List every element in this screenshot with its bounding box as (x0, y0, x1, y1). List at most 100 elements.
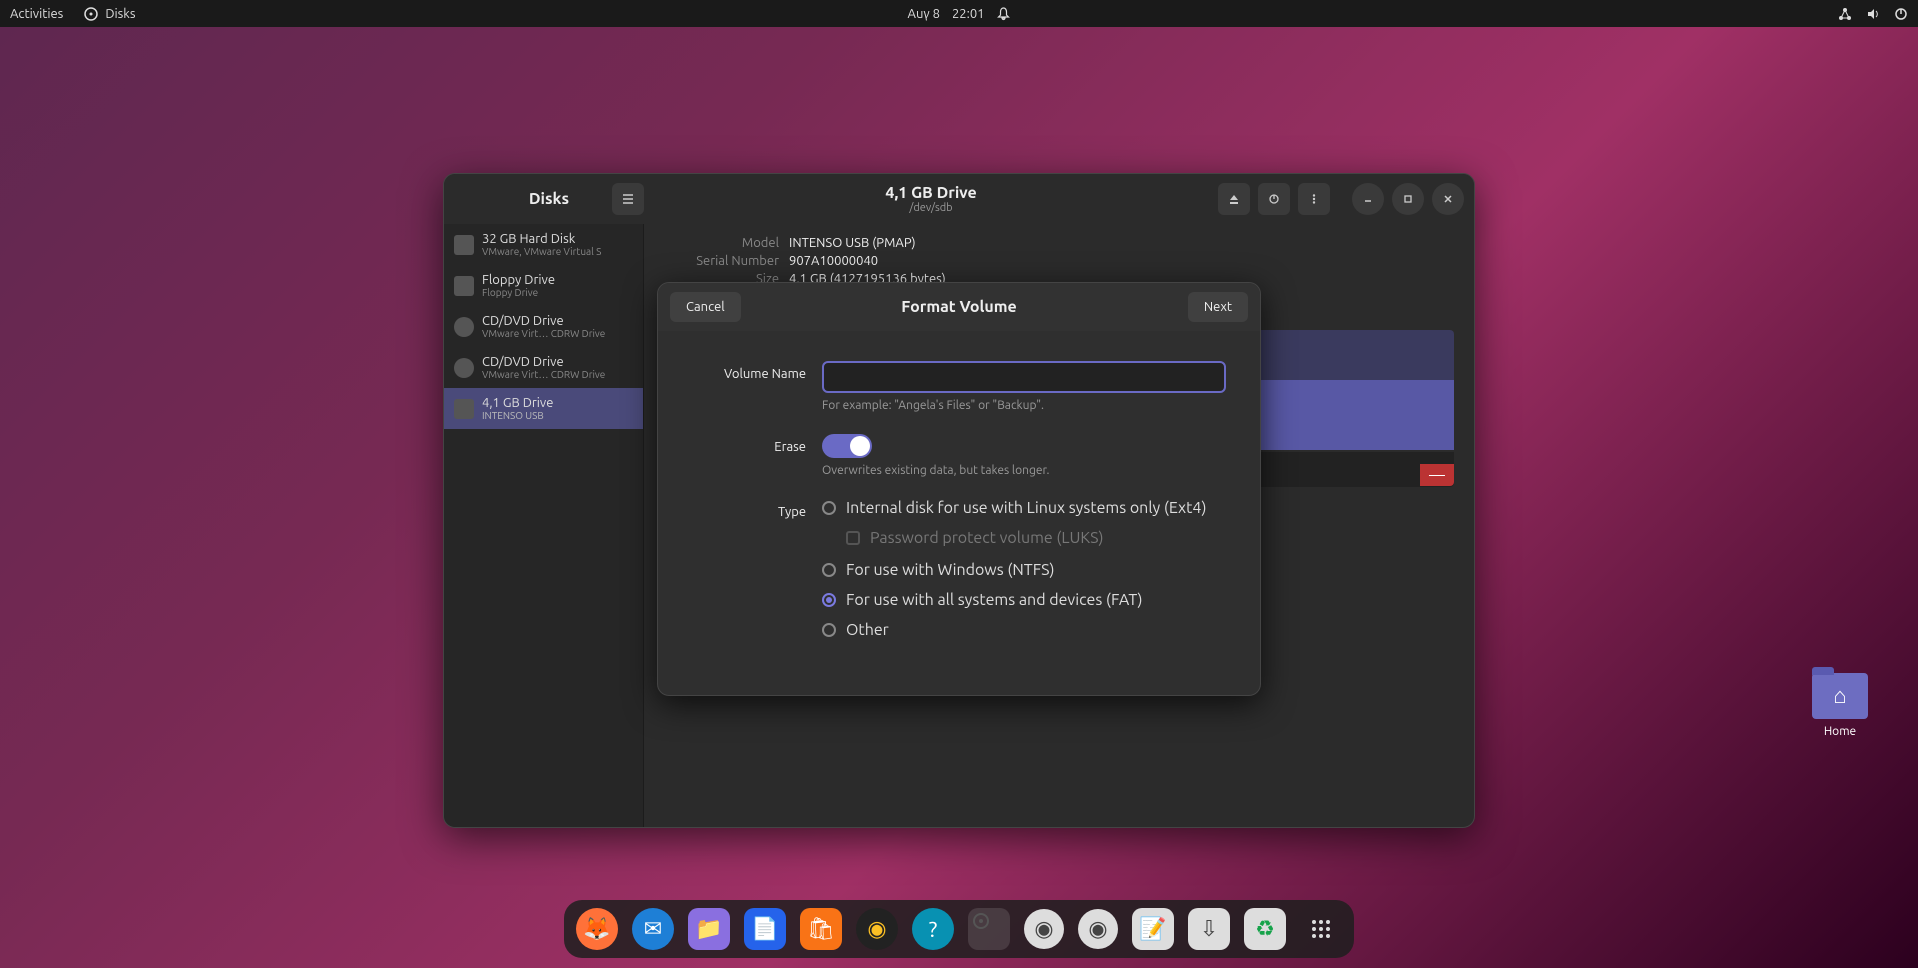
dock-cd-2[interactable]: ◉ (1078, 909, 1118, 949)
drive-title: 4,1 GB Drive (482, 396, 553, 410)
date-label: Auγ 8 (908, 7, 940, 21)
floppy-icon (454, 276, 474, 296)
type-option-other[interactable]: Other (822, 621, 1226, 639)
notepad-icon: 📝 (1139, 916, 1166, 942)
type-option-label: Other (846, 621, 889, 639)
drive-item-floppy[interactable]: Floppy DriveFloppy Drive (444, 265, 643, 306)
dock-usb[interactable]: ⇩ (1188, 908, 1230, 950)
hamburger-menu-button[interactable] (612, 183, 644, 215)
radio-icon (822, 563, 836, 577)
dock-firefox[interactable]: 🦊 (576, 908, 618, 950)
close-button[interactable] (1432, 183, 1464, 215)
drive-subtitle: INTENSO USB (482, 410, 553, 421)
drive-item-cddvd-2[interactable]: CD/DVD DriveVMware Virt… CDRW Drive (444, 347, 643, 388)
drive-sidebar: 32 GB Hard DiskVMware, VMware Virtual S … (444, 224, 644, 827)
drive-subtitle: VMware, VMware Virtual S (482, 246, 601, 257)
dock-cd-1[interactable]: ◉ (1024, 909, 1064, 949)
speaker-icon: ◉ (867, 916, 886, 942)
trash-icon: ♻ (1255, 916, 1275, 942)
drive-subtitle: VMware Virt… CDRW Drive (482, 369, 605, 380)
top-bar: Activities Disks Auγ 8 22:01 (0, 0, 1918, 27)
cd-dock-icon: ◉ (1034, 916, 1053, 942)
drive-title: CD/DVD Drive (482, 314, 605, 328)
time-label: 22:01 (952, 7, 985, 21)
drive-title: CD/DVD Drive (482, 355, 605, 369)
minimize-button[interactable] (1352, 183, 1384, 215)
volume-name-input[interactable] (822, 361, 1226, 393)
dock-software[interactable]: 🛍 (800, 908, 842, 950)
eject-button[interactable] (1218, 183, 1250, 215)
usb-dock-icon: ⇩ (1200, 916, 1218, 942)
serial-value: 907A10000040 (789, 254, 878, 268)
hamburger-icon (621, 192, 635, 206)
firefox-icon: 🦊 (583, 916, 610, 942)
maximize-button[interactable] (1392, 183, 1424, 215)
disks-icon (83, 6, 99, 22)
files-icon: 📁 (695, 916, 722, 942)
drive-item-hard-disk[interactable]: 32 GB Hard DiskVMware, VMware Virtual S (444, 224, 643, 265)
running-app-label: Disks (105, 7, 135, 21)
cancel-button[interactable]: Cancel (670, 292, 741, 322)
power-off-drive-button[interactable] (1258, 183, 1290, 215)
type-option-label: Internal disk for use with Linux systems… (846, 499, 1206, 517)
drive-item-cddvd-1[interactable]: CD/DVD DriveVMware Virt… CDRW Drive (444, 306, 643, 347)
mail-icon: ✉ (644, 916, 662, 942)
dock: 🦊 ✉ 📁 📄 🛍 ◉ ? ◉ ◉ 📝 ⇩ ♻ (564, 900, 1354, 958)
drive-subtitle: VMware Virt… CDRW Drive (482, 328, 605, 339)
clock[interactable]: Auγ 8 22:01 (908, 7, 1011, 21)
dialog-title: Format Volume (658, 298, 1260, 316)
eject-icon (1228, 193, 1240, 205)
minimize-icon (1363, 194, 1373, 204)
type-option-ext4[interactable]: Internal disk for use with Linux systems… (822, 499, 1226, 517)
activities-button[interactable]: Activities (10, 7, 63, 21)
network-icon[interactable] (1838, 7, 1852, 21)
dock-libreoffice[interactable]: 📄 (744, 908, 786, 950)
document-icon: 📄 (751, 916, 778, 942)
maximize-icon (1403, 194, 1413, 204)
dock-thunderbird[interactable]: ✉ (632, 908, 674, 950)
titlebar: Disks 4,1 GB Drive /dev/sdb (444, 174, 1474, 224)
header-drive-title: 4,1 GB Drive (652, 184, 1210, 202)
model-label: Model (664, 236, 779, 250)
type-option-fat[interactable]: For use with all systems and devices (FA… (822, 591, 1226, 609)
dock-disks[interactable] (968, 908, 1010, 950)
drive-item-usb[interactable]: 4,1 GB DriveINTENSO USB (444, 388, 643, 429)
dock-rhythmbox[interactable]: ◉ (856, 908, 898, 950)
delete-partition-button[interactable]: — (1420, 464, 1454, 486)
usb-icon (454, 399, 474, 419)
model-value: INTENSO USB (PMAP) (789, 236, 916, 250)
dock-text-editor[interactable]: 📝 (1132, 908, 1174, 950)
desktop-home-label: Home (1812, 725, 1868, 738)
drive-title: 32 GB Hard Disk (482, 232, 601, 246)
desktop-home-icon[interactable]: ⌂ Home (1812, 673, 1868, 738)
erase-toggle[interactable] (822, 434, 872, 458)
running-app-indicator[interactable]: Disks (83, 6, 135, 22)
hard-disk-icon (454, 235, 474, 255)
window-title: Disks (529, 190, 569, 208)
type-option-ntfs[interactable]: For use with Windows (NTFS) (822, 561, 1226, 579)
volume-icon[interactable] (1866, 7, 1880, 21)
power-icon[interactable] (1894, 7, 1908, 21)
radio-icon (822, 501, 836, 515)
cd-icon (454, 317, 474, 337)
power-small-icon (1268, 193, 1280, 205)
dock-help[interactable]: ? (912, 908, 954, 950)
dock-show-apps[interactable] (1300, 908, 1342, 950)
dock-files[interactable]: 📁 (688, 908, 730, 950)
drive-menu-button[interactable] (1298, 183, 1330, 215)
home-glyph-icon: ⌂ (1833, 683, 1846, 709)
notification-icon (996, 7, 1010, 21)
close-icon (1443, 194, 1453, 204)
next-button[interactable]: Next (1188, 292, 1248, 322)
cd-icon (454, 358, 474, 378)
dialog-header: Cancel Format Volume Next (658, 283, 1260, 331)
serial-label: Serial Number (664, 254, 779, 268)
luks-label: Password protect volume (LUKS) (870, 529, 1104, 547)
erase-label: Erase (692, 434, 822, 454)
type-option-label: For use with Windows (NTFS) (846, 561, 1055, 579)
dock-trash[interactable]: ♻ (1244, 908, 1286, 950)
disks-dock-icon (971, 911, 991, 931)
format-volume-dialog: Cancel Format Volume Next Volume Name Fo… (657, 282, 1261, 696)
volume-name-hint: For example: "Angela's Files" or "Backup… (822, 399, 1226, 412)
luks-checkbox-row: Password protect volume (LUKS) (846, 529, 1226, 547)
